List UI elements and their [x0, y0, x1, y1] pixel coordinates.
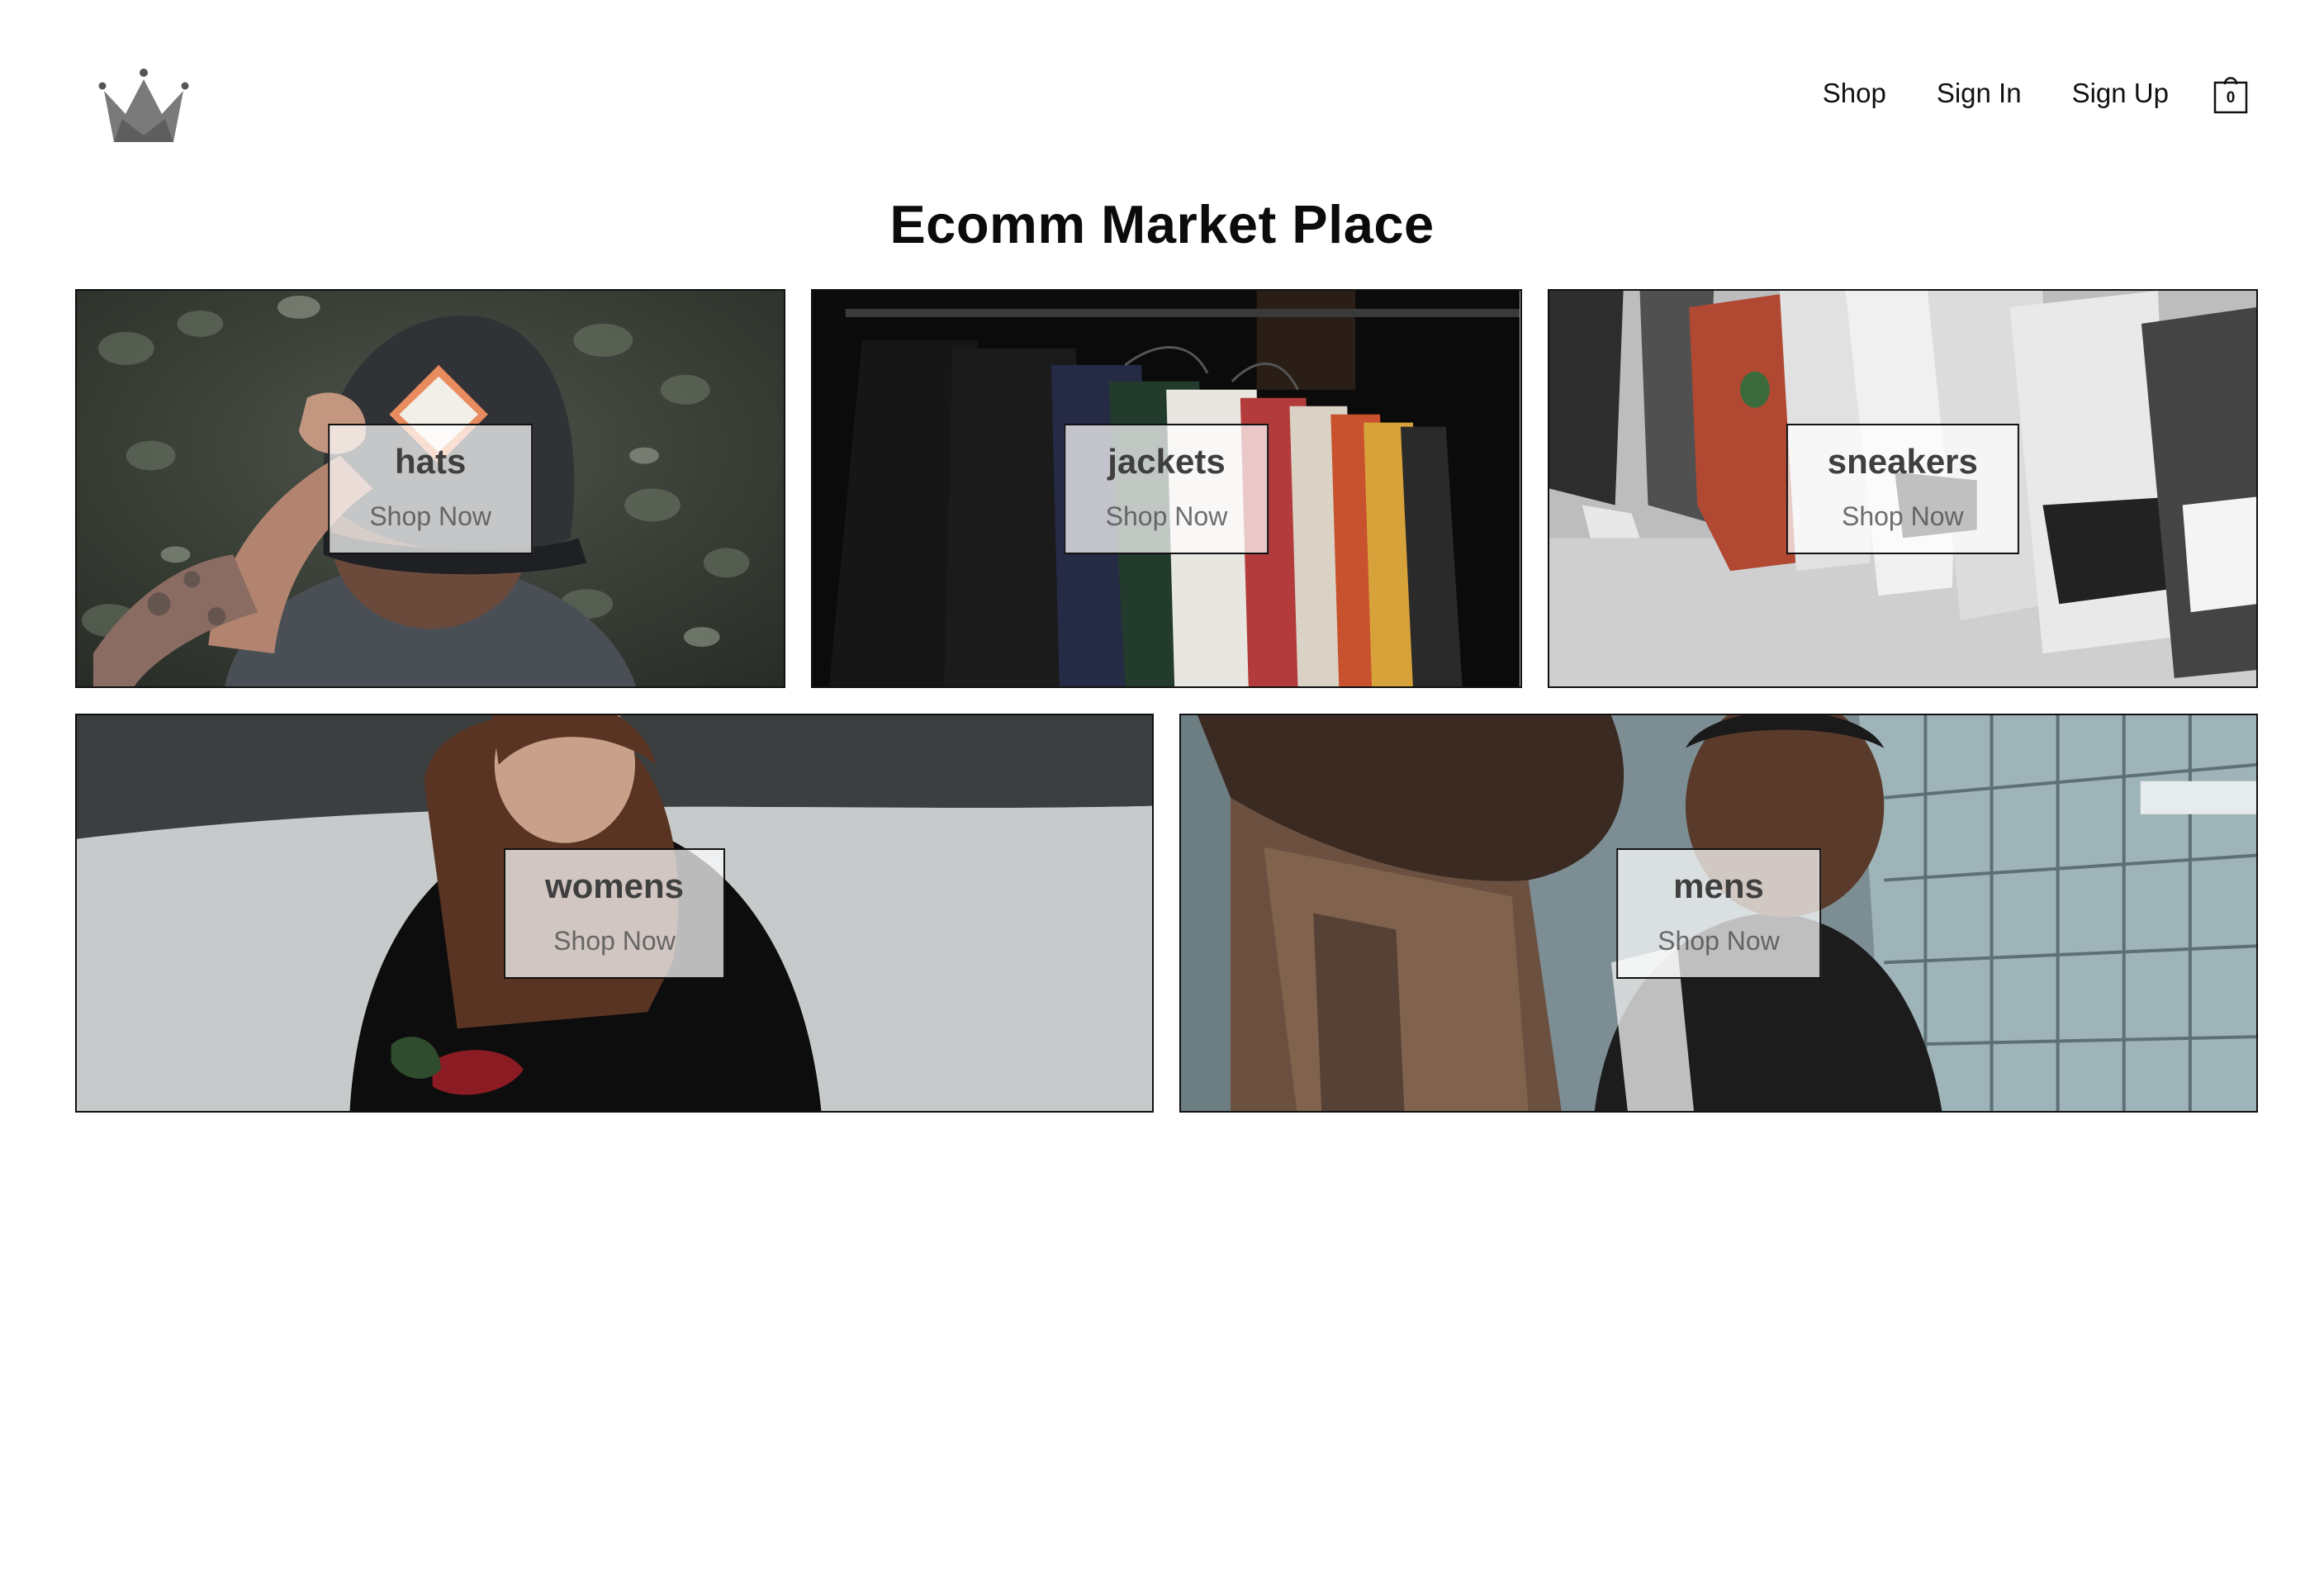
shop-now-link[interactable]: Shop Now: [1828, 496, 1978, 536]
category-grid: hats Shop Now jackets Shop Now sneakers …: [75, 289, 2258, 1113]
nav-sign-up-link[interactable]: Sign Up: [2072, 74, 2169, 113]
shop-now-link[interactable]: Shop Now: [545, 921, 684, 961]
category-label-womens: womens Shop Now: [503, 847, 726, 979]
crown-icon[interactable]: [97, 68, 190, 144]
category-tile-womens[interactable]: womens Shop Now: [75, 714, 1154, 1113]
shop-now-link[interactable]: Shop Now: [1106, 496, 1228, 536]
category-title: hats: [394, 441, 467, 481]
category-row-bottom: womens Shop Now mens Shop Now: [75, 714, 2258, 1113]
category-label-mens: mens Shop Now: [1616, 847, 1821, 979]
category-tile-hats[interactable]: hats Shop Now: [75, 289, 786, 688]
shop-now-link[interactable]: Shop Now: [1658, 921, 1780, 961]
category-tile-jackets[interactable]: jackets Shop Now: [811, 289, 1522, 688]
category-row-top: hats Shop Now jackets Shop Now sneakers …: [75, 289, 2258, 688]
category-label-hats: hats Shop Now: [328, 423, 533, 554]
page-title: Ecomm Market Place: [889, 194, 1435, 254]
category-title: mens: [1673, 866, 1764, 905]
category-tile-mens[interactable]: mens Shop Now: [1179, 714, 2258, 1113]
shop-now-link[interactable]: Shop Now: [369, 496, 491, 536]
nav-shop-link[interactable]: Shop: [1823, 74, 1886, 113]
category-title: womens: [544, 866, 685, 905]
main-nav: Shop Sign In Sign Up 0: [1772, 73, 2248, 114]
category-title: jackets: [1107, 441, 1226, 481]
page: Shop Sign In Sign Up 0 Ecomm Market Plac…: [0, 0, 2324, 1571]
nav-sign-in-link[interactable]: Sign In: [1937, 74, 2022, 113]
cart-count: 0: [2226, 89, 2236, 107]
category-label-sneakers: sneakers Shop Now: [1786, 423, 2019, 554]
category-title: sneakers: [1827, 441, 1978, 481]
category-tile-sneakers[interactable]: sneakers Shop Now: [1547, 289, 2258, 688]
category-label-jackets: jackets Shop Now: [1064, 423, 1269, 554]
cart-button[interactable]: 0: [2213, 73, 2248, 114]
